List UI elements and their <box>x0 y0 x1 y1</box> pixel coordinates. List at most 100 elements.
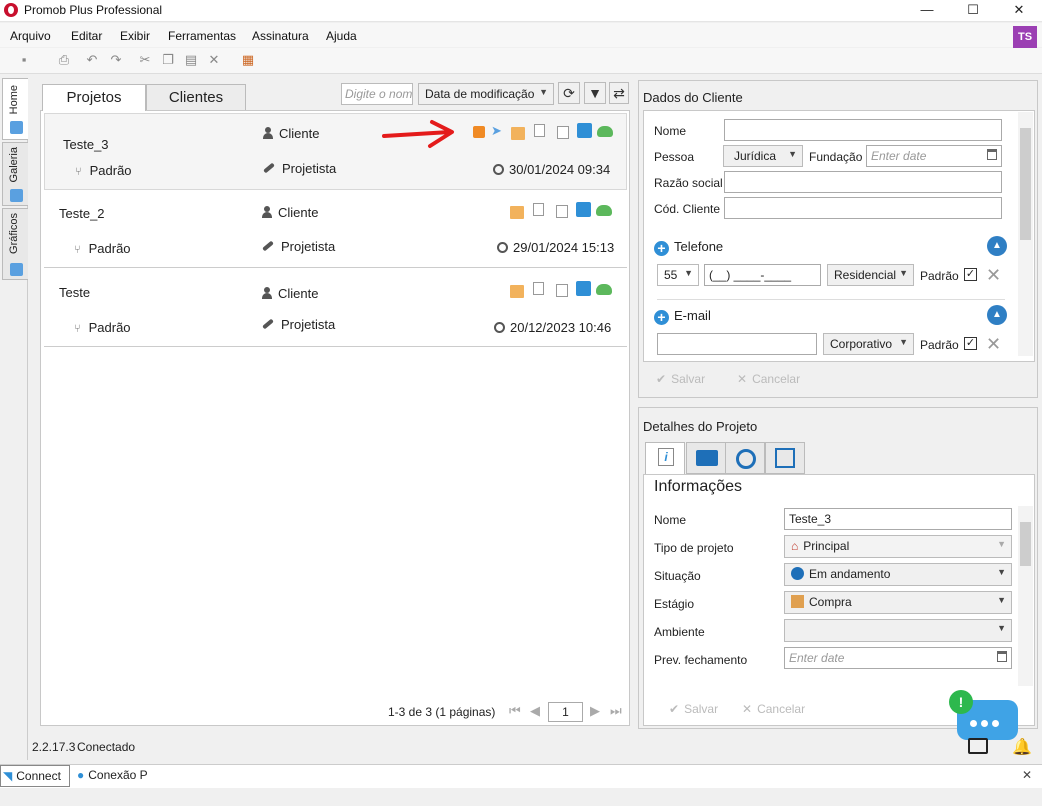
screen-share-icon[interactable] <box>968 738 988 754</box>
cloud-icon[interactable] <box>596 205 612 216</box>
situacao-select[interactable]: Em andamento ▼ <box>784 563 1012 586</box>
user-badge[interactable]: TS <box>1013 26 1037 48</box>
refresh-button[interactable]: ⟳ <box>558 82 580 104</box>
menu-exibir[interactable]: Exibir <box>120 29 150 43</box>
details-cancel-button[interactable]: ✕ Cancelar <box>742 702 805 716</box>
client-form-scrollbar[interactable] <box>1018 112 1033 356</box>
estagio-select[interactable]: Compra ▼ <box>784 591 1012 614</box>
page-number-input[interactable]: 1 <box>548 702 583 722</box>
details-save-button[interactable]: ✔ Salvar <box>669 702 718 716</box>
tab-connect[interactable]: ◥ Connect <box>0 765 70 787</box>
redo-icon[interactable]: ↷ <box>108 52 124 68</box>
sort-select[interactable]: Data de modificação ▼ <box>418 83 554 105</box>
add-email-button[interactable]: + E-mail <box>654 308 711 325</box>
palette-icon[interactable]: ▦ <box>240 52 256 68</box>
swap-button[interactable]: ⇄ <box>609 82 629 104</box>
export-icon[interactable] <box>556 205 568 218</box>
fundacao-date-field[interactable]: Enter date <box>866 145 1002 167</box>
add-telefone-button[interactable]: + Telefone <box>654 239 723 256</box>
pessoa-select[interactable]: Jurídica ▼ <box>723 145 803 167</box>
filter-button[interactable]: ▼ <box>584 82 606 104</box>
cut-icon[interactable]: ✂ <box>137 52 153 68</box>
tab-projetos[interactable]: Projetos <box>42 84 146 111</box>
menu-arquivo[interactable]: Arquivo <box>10 29 51 43</box>
copy-icon[interactable]: ❐ <box>160 52 176 68</box>
maximize-button[interactable]: ☐ <box>950 0 996 22</box>
calendar-icon[interactable] <box>987 149 997 160</box>
sidebar-tab-galeria[interactable]: Galeria <box>2 142 28 206</box>
delete-icon[interactable]: ✕ <box>206 52 222 68</box>
prev-page-icon[interactable]: ◀ <box>530 703 540 719</box>
remove-email-icon[interactable]: ✕ <box>986 335 1001 353</box>
export-icon[interactable] <box>556 284 568 297</box>
sidebar-tab-graficos[interactable]: Gráficos <box>2 208 28 280</box>
collapse-email-button[interactable]: ▲ <box>987 305 1007 325</box>
tab-info[interactable]: i <box>645 442 685 475</box>
print-icon[interactable]: ⎙ <box>56 52 72 68</box>
first-page-icon[interactable]: ⏮ <box>509 703 521 719</box>
client-cancel-button[interactable]: ✕ Cancelar <box>737 372 800 386</box>
client-card-icon[interactable] <box>473 126 485 138</box>
project-card[interactable]: Teste_3 ⑂ Padrão Cliente Projetista 30/01… <box>44 113 627 190</box>
folder-icon[interactable] <box>511 127 525 140</box>
share-tree-icon[interactable] <box>576 281 591 296</box>
scrollbar-thumb[interactable] <box>1020 522 1031 566</box>
menu-assinatura[interactable]: Assinatura <box>252 29 309 43</box>
folder-icon[interactable] <box>510 206 524 219</box>
telefone-padrao-checkbox[interactable]: ✓ <box>964 268 977 281</box>
pager-summary: 1-3 de 3 (1 páginas) <box>388 705 496 719</box>
search-input[interactable]: Digite o nome <box>341 83 413 105</box>
menu-editar[interactable]: Editar <box>71 29 102 43</box>
sidebar-tab-home[interactable]: Home <box>2 78 28 140</box>
folder-icon[interactable] <box>510 285 524 298</box>
ambiente-select[interactable]: ▼ <box>784 619 1012 642</box>
bell-icon[interactable]: 🔔 <box>1012 737 1032 757</box>
details-form-scrollbar[interactable] <box>1018 506 1033 686</box>
export-icon[interactable] <box>557 126 569 139</box>
email-field[interactable] <box>657 333 817 355</box>
telefone-field[interactable]: (__) ____-____ <box>704 264 821 286</box>
tab-history[interactable] <box>725 442 765 474</box>
tab-conexao[interactable]: ● Conexão P <box>77 768 148 782</box>
scrollbar-thumb[interactable] <box>1020 128 1031 240</box>
email-type-select[interactable]: Corporativo ▼ <box>823 333 914 355</box>
undo-icon[interactable]: ↶ <box>84 52 100 68</box>
tab-checklist[interactable] <box>765 442 805 474</box>
duplicate-icon[interactable] <box>533 282 544 295</box>
project-card[interactable]: Teste ⑂ Padrão Cliente Projetista 20/12/2… <box>44 270 627 347</box>
tab-structure[interactable] <box>686 442 726 474</box>
cloud-icon[interactable] <box>596 284 612 295</box>
duplicate-icon[interactable] <box>533 203 544 216</box>
last-page-icon[interactable]: ⏭ <box>610 703 622 719</box>
ddd-select[interactable]: 55 ▼ <box>657 264 699 286</box>
email-padrao-checkbox[interactable]: ✓ <box>964 337 977 350</box>
share-tree-icon[interactable] <box>577 123 592 138</box>
menu-ferramentas[interactable]: Ferramentas <box>168 29 236 43</box>
cod-cliente-field[interactable] <box>724 197 1002 219</box>
send-icon[interactable]: ➤ <box>491 123 502 139</box>
tipo-select[interactable]: ⌂ Principal ▼ <box>784 535 1012 558</box>
brush-icon <box>262 240 274 252</box>
collapse-telefone-button[interactable]: ▲ <box>987 236 1007 256</box>
remove-telefone-icon[interactable]: ✕ <box>986 266 1001 284</box>
tab-clientes[interactable]: Clientes <box>146 84 246 110</box>
telefone-type-select[interactable]: Residencial ▼ <box>827 264 914 286</box>
calendar-icon[interactable] <box>997 651 1007 662</box>
save-icon[interactable]: ▪ <box>16 52 32 68</box>
nome-field[interactable] <box>724 119 1002 141</box>
next-page-icon[interactable]: ▶ <box>590 703 600 719</box>
paste-icon[interactable]: ▤ <box>183 52 199 68</box>
project-name-field[interactable]: Teste_3 <box>784 508 1012 530</box>
project-card[interactable]: Teste_2 ⑂ Padrão Cliente Projetista 29/01… <box>44 192 627 268</box>
cloud-icon[interactable] <box>597 126 613 137</box>
minimize-button[interactable]: — <box>904 0 950 22</box>
informacoes-heading: Informações <box>654 478 743 495</box>
fechamento-date-field[interactable]: Enter date <box>784 647 1012 669</box>
share-tree-icon[interactable] <box>576 202 591 217</box>
close-button[interactable]: ✕ <box>996 0 1042 22</box>
razao-social-field[interactable] <box>724 171 1002 193</box>
duplicate-icon[interactable] <box>534 124 545 137</box>
taskbar-close-icon[interactable]: ✕ <box>1022 768 1032 782</box>
client-save-button[interactable]: ✔ Salvar <box>656 372 705 386</box>
menu-ajuda[interactable]: Ajuda <box>326 29 357 43</box>
